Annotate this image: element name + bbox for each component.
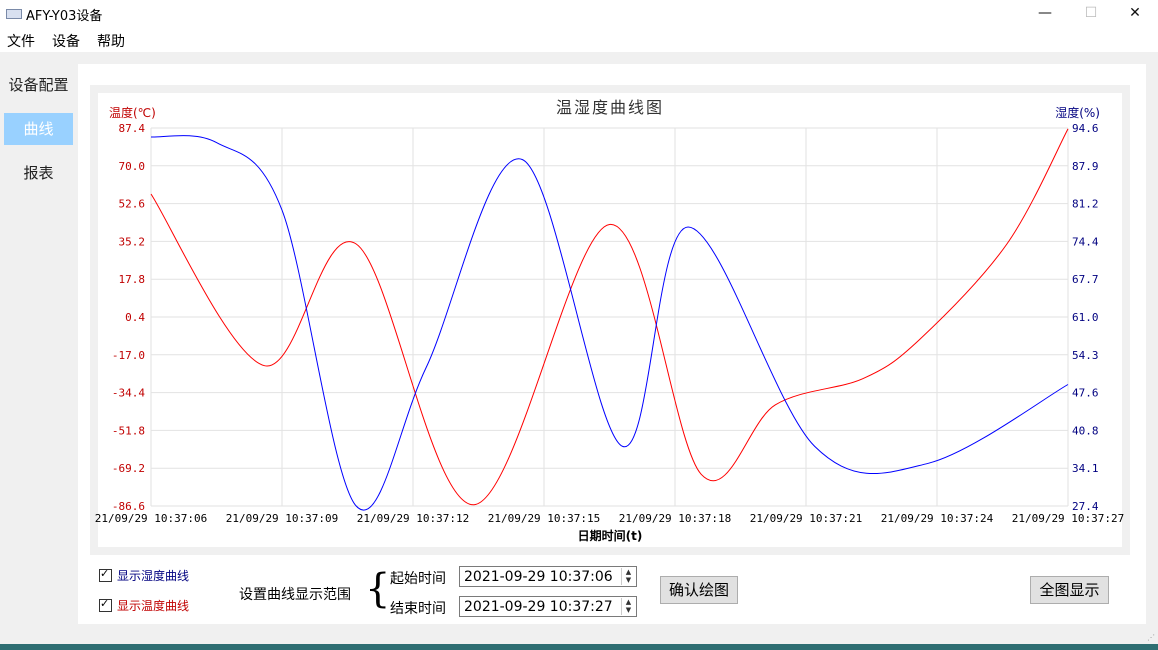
sidebar: 设备配置 曲线 报表 <box>0 52 78 642</box>
menu-help[interactable]: 帮助 <box>97 31 125 51</box>
y-tick-right: 54.3 <box>1072 349 1099 362</box>
y-tick-right: 74.4 <box>1072 235 1099 248</box>
chart-title: 温湿度曲线图 <box>556 98 664 117</box>
end-time-label: 结束时间 <box>390 601 446 617</box>
temperature-humidity-chart: 温湿度曲线图日期时间(t) 温度(℃) 湿度(%) 87.4 70.0 52.6 35.2 1… <box>95 93 1125 547</box>
show-humidity-toggle[interactable]: ✓ 显示湿度曲线 <box>99 567 189 584</box>
x-tick-label: 21/09/29 10:37:12 <box>357 512 470 525</box>
x-tick-label: 21/09/29 10:37:18 <box>619 512 732 525</box>
chart-container: 温湿度曲线图日期时间(t) 温度(℃) 湿度(%) 87.4 70.0 52.6 35.2 1… <box>90 85 1130 555</box>
y-axis-right-label: 湿度(%) <box>1055 105 1100 120</box>
y-tick-left: 70.0 <box>119 160 146 173</box>
x-tick-label: 21/09/29 10:37:09 <box>226 512 339 525</box>
y-tick-left: -17.0 <box>112 349 145 362</box>
y-tick-left: 87.4 <box>119 122 146 135</box>
y-tick-left: 35.2 <box>119 235 146 248</box>
menu-bar: 文件 设备 帮助 <box>0 28 1158 52</box>
full-view-button[interactable]: 全图显示 <box>1030 576 1109 604</box>
start-time-input[interactable]: 2021-09-29 10:37:06 ▲ ▼ <box>459 566 637 587</box>
show-humidity-label: 显示湿度曲线 <box>117 569 190 583</box>
show-temperature-toggle[interactable]: ✓ 显示温度曲线 <box>99 597 189 614</box>
spin-up-icon[interactable]: ▲ <box>622 568 635 576</box>
y-tick-right: 94.6 <box>1072 122 1099 135</box>
end-time-spinner[interactable]: ▲ ▼ <box>621 598 635 615</box>
maximize-button[interactable]: ☐ <box>1068 0 1114 28</box>
y-tick-left: 52.6 <box>119 198 146 211</box>
minimize-button[interactable]: — <box>1022 0 1068 28</box>
x-tick-label: 21/09/29 10:37:15 <box>488 512 601 525</box>
app-icon <box>6 9 22 19</box>
y-tick-left: 17.8 <box>119 273 146 286</box>
sidebar-item-curve[interactable]: 曲线 <box>4 113 73 145</box>
footer-bar <box>0 644 1158 650</box>
y-tick-left: -51.8 <box>112 424 145 437</box>
y-tick-right: 47.6 <box>1072 387 1099 400</box>
y-axis-left-label: 温度(℃) <box>109 105 156 120</box>
start-time-value: 2021-09-29 10:37:06 <box>464 569 613 585</box>
y-tick-right: 67.7 <box>1072 273 1099 286</box>
menu-file[interactable]: 文件 <box>7 31 35 51</box>
start-time-label: 起始时间 <box>390 571 446 587</box>
y-tick-right: 81.2 <box>1072 198 1099 211</box>
y-tick-right: 34.1 <box>1072 462 1099 475</box>
range-label: 设置曲线显示范围 <box>239 587 351 603</box>
sidebar-item-report[interactable]: 报表 <box>4 157 73 189</box>
spin-up-icon[interactable]: ▲ <box>622 598 635 606</box>
start-time-spinner[interactable]: ▲ ▼ <box>621 568 635 585</box>
y-tick-left: -34.4 <box>112 387 145 400</box>
x-tick-label: 21/09/29 10:37:21 <box>750 512 863 525</box>
x-axis-label: 日期时间(t) <box>578 528 643 543</box>
check-icon: ✓ <box>100 567 110 580</box>
window-title: AFY-Y03设备 <box>26 9 103 24</box>
show-temperature-label: 显示温度曲线 <box>117 599 190 613</box>
y-tick-left: -69.2 <box>112 462 145 475</box>
y-tick-right: 87.9 <box>1072 160 1099 173</box>
spin-down-icon[interactable]: ▼ <box>622 606 635 614</box>
y-tick-left: 0.4 <box>125 311 145 324</box>
title-bar: AFY-Y03设备 — ☐ ✕ <box>0 0 1158 28</box>
humidity-checkbox[interactable]: ✓ <box>99 567 112 582</box>
sidebar-item-device-config[interactable]: 设备配置 <box>4 69 73 101</box>
end-time-input[interactable]: 2021-09-29 10:37:27 ▲ ▼ <box>459 596 637 617</box>
x-tick-label: 21/09/29 10:37:06 <box>95 512 208 525</box>
menu-device[interactable]: 设备 <box>52 31 80 51</box>
brace-symbol: { <box>365 566 391 612</box>
y-tick-right: 40.8 <box>1072 424 1099 437</box>
end-time-value: 2021-09-29 10:37:27 <box>464 599 613 615</box>
x-tick-label: 21/09/29 10:37:27 <box>1012 512 1125 525</box>
close-button[interactable]: ✕ <box>1112 0 1158 28</box>
resize-grip-icon[interactable]: ⋰ <box>1147 633 1155 642</box>
spin-down-icon[interactable]: ▼ <box>622 576 635 584</box>
temperature-checkbox[interactable]: ✓ <box>99 597 112 612</box>
y-tick-right: 61.0 <box>1072 311 1099 324</box>
check-icon: ✓ <box>100 597 110 610</box>
x-tick-label: 21/09/29 10:37:24 <box>881 512 994 525</box>
confirm-plot-button[interactable]: 确认绘图 <box>660 576 738 604</box>
